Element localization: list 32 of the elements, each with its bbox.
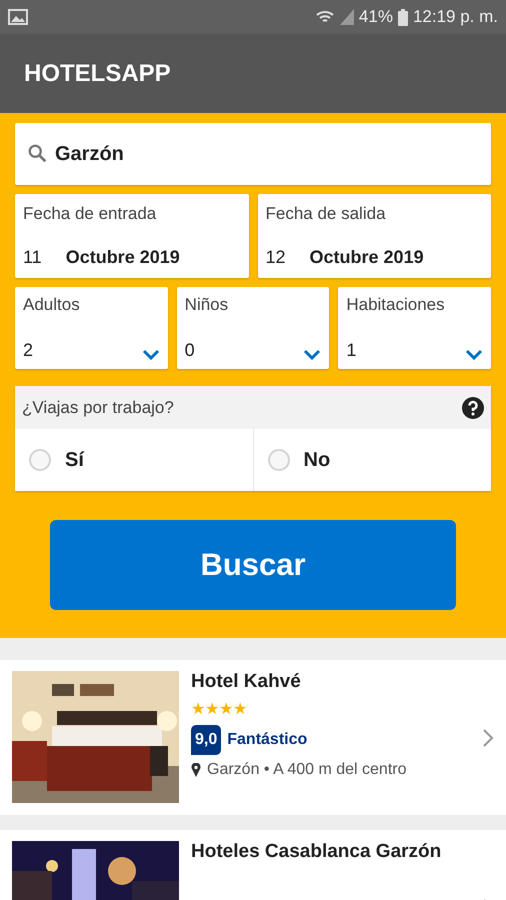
hotel-location: Garzón • A 400 m del centro: [207, 761, 406, 779]
radio-option[interactable]: No: [254, 429, 491, 491]
chevron-down-icon: [142, 349, 160, 361]
date-picker[interactable]: Fecha de salida 12 Octubre 2019: [258, 194, 491, 278]
battery-icon: [398, 8, 408, 26]
radio-option[interactable]: Sí: [15, 429, 254, 491]
rating-label: Fantástico: [227, 731, 308, 749]
chevron-right-icon: [482, 728, 494, 748]
signal-icon: [340, 9, 354, 25]
hotel-name: Hotel Kahvé: [191, 671, 302, 693]
guest-dropdown[interactable]: Adultos 2: [15, 287, 168, 369]
chevron-down-icon: [465, 349, 484, 361]
hotel-card[interactable]: Hotel Kahvé ★★★★ 9,0 Fantástico Garzón • A 400 m del centro: [0, 660, 506, 815]
clock: 12:19 p. m.: [412, 7, 498, 27]
app-title: HOTELSAPP: [24, 60, 171, 88]
guest-dropdown[interactable]: Niños 0: [176, 287, 330, 369]
question-text: ¿Viajas por trabajo?: [22, 398, 174, 418]
hotel-card[interactable]: Hoteles Casablanca Garzón: [0, 830, 506, 900]
battery-percent: 41%: [358, 7, 393, 27]
date-picker[interactable]: Fecha de entrada 11 Octubre 2019: [15, 194, 248, 278]
chevron-down-icon: [303, 349, 322, 361]
star-rating: ★★★★: [191, 700, 248, 719]
search-icon: [27, 143, 49, 165]
score-badge: 9,0: [191, 725, 222, 755]
guest-dropdown[interactable]: Habitaciones 1: [338, 287, 492, 369]
help-icon[interactable]: [462, 396, 484, 418]
hotel-name: Hoteles Casablanca Garzón: [191, 841, 442, 863]
search-field[interactable]: Garzón: [15, 123, 491, 185]
image-icon: [8, 9, 28, 25]
search-button[interactable]: Buscar: [50, 520, 456, 610]
wifi-icon: [314, 9, 335, 25]
location-pin-icon: [191, 763, 201, 777]
